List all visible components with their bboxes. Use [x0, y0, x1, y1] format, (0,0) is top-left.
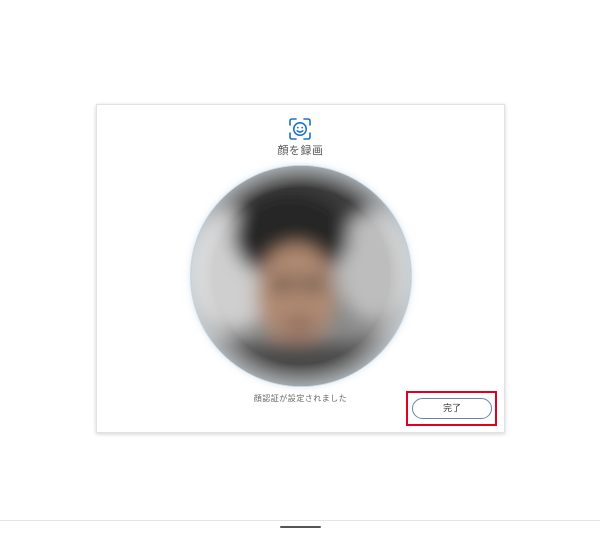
face-scan-icon: [288, 117, 312, 141]
page: 顔を録画 顔認証が設定されました 完了: [0, 0, 600, 533]
face-video-preview: [191, 166, 411, 386]
bottom-divider: [0, 520, 600, 521]
done-button[interactable]: 完了: [412, 398, 492, 419]
face-record-dialog: 顔を録画 顔認証が設定されました 完了: [96, 104, 505, 433]
home-indicator: [280, 526, 321, 528]
dialog-title: 顔を録画: [277, 144, 324, 157]
